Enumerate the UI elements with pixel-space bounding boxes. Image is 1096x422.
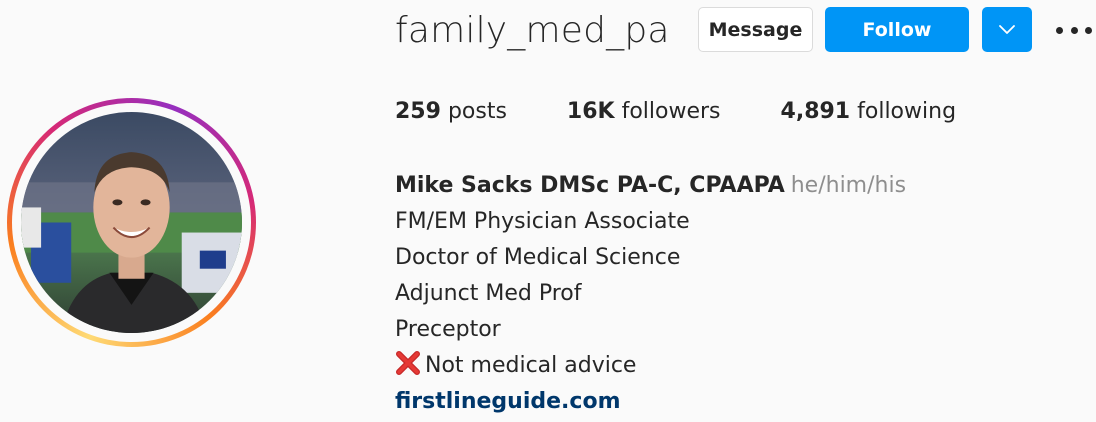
avatar[interactable]	[21, 112, 242, 333]
followers-label: followers	[621, 99, 721, 124]
follow-button[interactable]: Follow	[825, 7, 969, 52]
website-link[interactable]: firstlineguide.com	[395, 389, 621, 414]
suggested-accounts-button[interactable]	[982, 7, 1032, 52]
message-button[interactable]: Message	[698, 7, 813, 52]
posts-count: 259	[395, 99, 441, 124]
avatar-photo	[21, 112, 242, 333]
full-name: Mike Sacks DMSc PA-C, CPAAPA	[395, 173, 785, 198]
posts-label: posts	[447, 99, 507, 124]
chevron-down-icon	[999, 24, 1015, 34]
more-horizontal-icon	[1085, 26, 1092, 34]
bio-line: Adjunct Med Prof	[395, 281, 582, 306]
more-horizontal-icon	[1070, 26, 1078, 34]
more-horizontal-icon	[1056, 26, 1063, 34]
following-count: 4,891	[780, 99, 851, 124]
name-line: Mike Sacks DMSc PA-C, CPAAPA he/him/his	[395, 168, 906, 204]
disclaimer-line: Not medical advice	[395, 348, 906, 384]
cross-mark-icon	[396, 351, 420, 375]
pronouns: he/him/his	[790, 173, 907, 198]
profile-bio: Mike Sacks DMSc PA-C, CPAAPA he/him/his F…	[395, 168, 906, 420]
username: family_med_pa	[395, 10, 670, 51]
followers-count: 16K	[566, 99, 615, 124]
more-options-button[interactable]	[1056, 15, 1092, 45]
story-ring[interactable]	[7, 98, 256, 347]
following-label: following	[857, 99, 957, 124]
profile-stats: 259 posts 16K followers 4,891 following	[395, 99, 1016, 124]
website-line: firstlineguide.com	[395, 384, 906, 420]
bio-line: Doctor of Medical Science	[395, 245, 681, 270]
posts-stat: 259 posts	[395, 99, 507, 124]
bio-line: Preceptor	[395, 317, 501, 342]
bio-line: FM/EM Physician Associate	[395, 209, 690, 234]
disclaimer-text: Not medical advice	[425, 353, 637, 378]
following-stat[interactable]: 4,891 following	[781, 99, 957, 124]
followers-stat[interactable]: 16K followers	[567, 99, 721, 124]
